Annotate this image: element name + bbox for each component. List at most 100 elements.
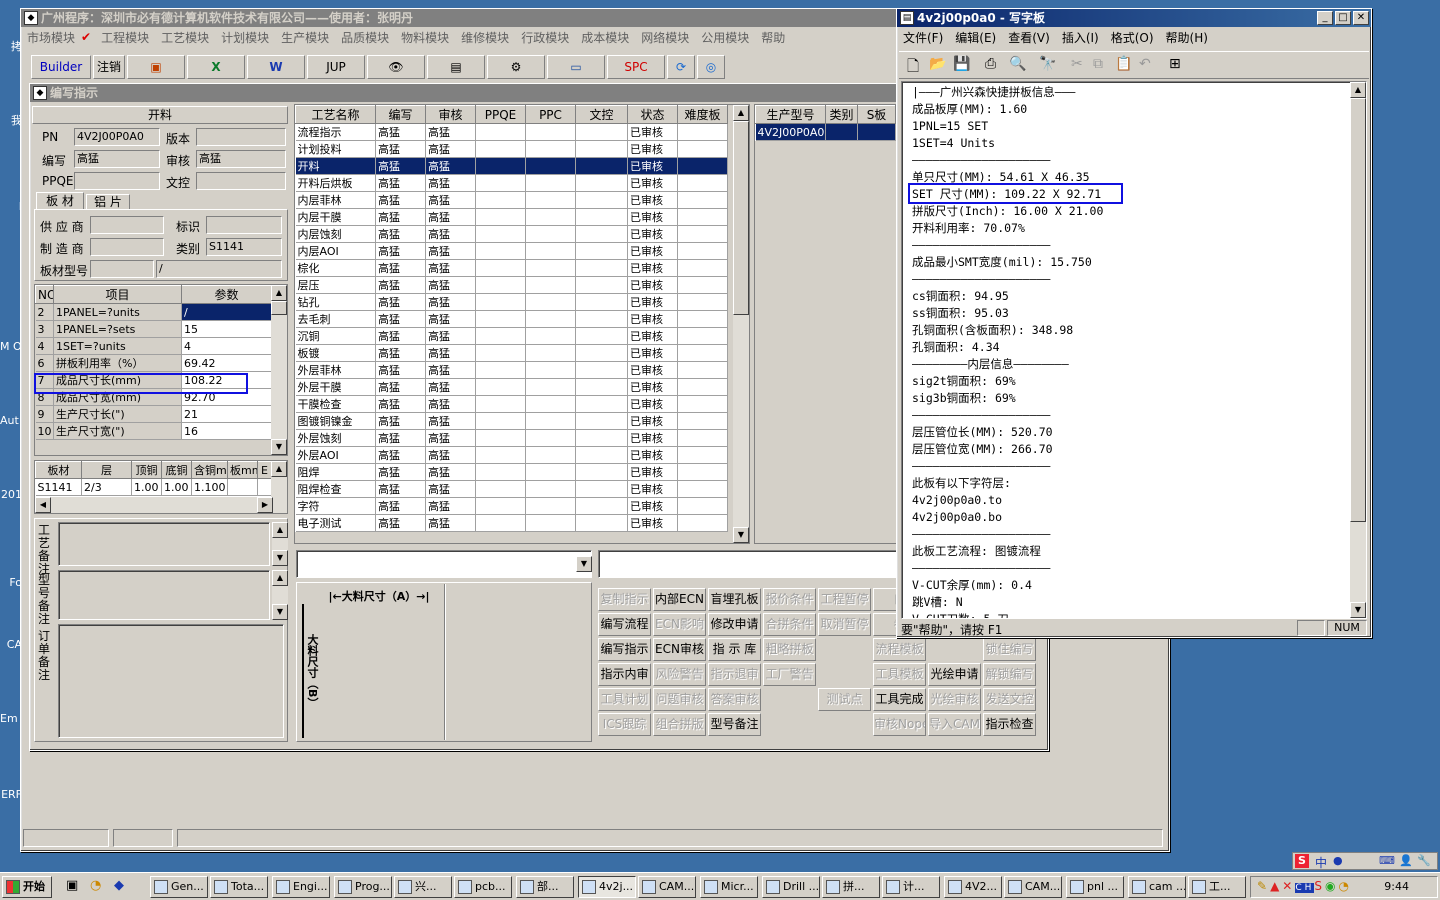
table-cell[interactable]	[525, 293, 576, 311]
table-row[interactable]: 去毛刺 高猛 高猛 已审核	[295, 310, 728, 328]
table-cell[interactable]: 已审核	[627, 514, 678, 532]
desktop-icon-label[interactable]: Fo	[0, 576, 22, 589]
table-cell[interactable]	[575, 497, 628, 515]
action-button[interactable]: ECN影响	[653, 613, 706, 636]
board-model-field-2[interactable]: /	[156, 260, 282, 278]
table-cell[interactable]	[525, 395, 576, 413]
table-cell[interactable]	[575, 242, 628, 260]
tray-sogou-icon[interactable]: S	[1314, 879, 1325, 893]
table-cell[interactable]: 高猛	[425, 293, 476, 311]
main-menu-item[interactable]: 行政模块	[515, 29, 575, 46]
table-cell[interactable]	[677, 497, 728, 515]
table-cell[interactable]	[575, 310, 628, 328]
table-cell[interactable]	[575, 327, 628, 345]
table-cell[interactable]	[475, 497, 526, 515]
table-row[interactable]: S1141 2/3 1.00 1.00 1.100	[35, 478, 272, 496]
table-cell[interactable]	[475, 191, 526, 209]
column-header[interactable]: PPQE	[475, 105, 526, 124]
scroll-down-icon[interactable]: ▼	[271, 439, 287, 455]
desktop-icon-label[interactable]: Em 201	[0, 712, 22, 725]
table-cell[interactable]: 已审核	[627, 208, 678, 226]
action-button[interactable]: 答案审核	[708, 688, 761, 711]
main-menu-item[interactable]: 生产模块	[275, 29, 335, 46]
open-icon[interactable]: 📂	[929, 56, 946, 72]
table-cell[interactable]	[575, 123, 628, 141]
table-cell[interactable]	[525, 157, 576, 175]
table-cell[interactable]: 高猛	[375, 429, 426, 447]
maker-field[interactable]	[90, 238, 164, 256]
close-icon[interactable]: ✕	[1353, 11, 1369, 25]
table-row[interactable]: 外层菲林 高猛 高猛 已审核	[295, 361, 728, 379]
table-cell[interactable]: 1PANEL=?sets	[53, 320, 182, 338]
table-cell[interactable]: 高猛	[375, 378, 426, 396]
table-row[interactable]: 内层蚀刻 高猛 高猛 已审核	[295, 225, 728, 243]
table-cell[interactable]: 内层AOI	[295, 242, 376, 260]
model-remark-input[interactable]	[58, 570, 270, 620]
table-cell[interactable]: 计划投料	[295, 140, 376, 158]
table-cell[interactable]	[575, 395, 628, 413]
table-row[interactable]: 内层菲林 高猛 高猛 已审核	[295, 191, 728, 209]
table-cell[interactable]	[677, 276, 728, 294]
scroll-thumb[interactable]	[271, 301, 287, 315]
globe-icon[interactable]: ◎	[697, 55, 725, 79]
document-scrollbar[interactable]: ▲ ▼	[1350, 82, 1366, 618]
user-icon[interactable]: 👤	[1399, 854, 1413, 867]
table-cell[interactable]: 15	[181, 320, 272, 338]
action-button[interactable]: 组合拼版	[653, 713, 706, 736]
table-cell[interactable]: 高猛	[375, 395, 426, 413]
action-button[interactable]: 指示退审	[708, 663, 761, 686]
table-row[interactable]: 阻焊 高猛 高猛 已审核	[295, 463, 728, 481]
table-cell[interactable]: 高猛	[375, 446, 426, 464]
punctuation-icon[interactable]: ●	[1333, 854, 1343, 867]
table-cell[interactable]	[475, 242, 526, 260]
table-cell[interactable]	[475, 446, 526, 464]
copy-icon[interactable]: ⧉	[1093, 56, 1103, 72]
table-cell[interactable]: 高猛	[425, 140, 476, 158]
scroll-up-icon[interactable]: ▲	[272, 570, 288, 586]
table-row[interactable]: 4 1SET=?units 4	[35, 337, 272, 355]
scroll-up-icon[interactable]: ▲	[271, 461, 287, 477]
table-cell[interactable]	[475, 463, 526, 481]
column-header[interactable]: 底铜	[161, 461, 192, 479]
table-cell[interactable]: 21	[181, 405, 272, 423]
table-cell[interactable]	[677, 140, 728, 158]
table-cell[interactable]: 已审核	[627, 327, 678, 345]
table-cell[interactable]: 已审核	[627, 225, 678, 243]
scroll-up-icon[interactable]: ▲	[272, 522, 288, 538]
show-desktop-icon[interactable]: ▣	[66, 878, 78, 893]
table-cell[interactable]	[575, 361, 628, 379]
table-cell[interactable]	[575, 174, 628, 192]
main-menu-item[interactable]: 工艺模块	[155, 29, 215, 46]
table-cell[interactable]	[677, 480, 728, 498]
paste-icon[interactable]: 📋	[1115, 56, 1132, 72]
table-cell[interactable]: 高猛	[425, 378, 476, 396]
jup-button[interactable]: JUP	[307, 55, 365, 79]
scroll-down-icon[interactable]: ▼	[1350, 602, 1366, 618]
table-cell[interactable]	[825, 123, 858, 141]
table-cell[interactable]	[525, 140, 576, 158]
table-cell[interactable]: 高猛	[425, 344, 476, 362]
table-cell[interactable]	[575, 344, 628, 362]
app-shortcut-icon[interactable]: ◆	[114, 878, 124, 893]
table-row[interactable]: 图镀铜镍金 高猛 高猛 已审核	[295, 412, 728, 430]
tray-shield-icon[interactable]: ◉	[1325, 879, 1338, 893]
builder-button[interactable]: Builder	[31, 55, 91, 79]
table-cell[interactable]	[575, 191, 628, 209]
table-cell[interactable]	[475, 412, 526, 430]
column-header[interactable]: 板材	[35, 461, 82, 479]
main-menu-item[interactable]: 品质模块	[335, 29, 395, 46]
table-cell[interactable]	[677, 378, 728, 396]
table-cell[interactable]: 高猛	[425, 174, 476, 192]
taskbar-button[interactable]: 计...	[882, 876, 940, 898]
table-cell[interactable]: 外层蚀刻	[295, 429, 376, 447]
table-cell[interactable]	[677, 174, 728, 192]
table-cell[interactable]: 已审核	[627, 412, 678, 430]
insert-object-icon[interactable]: ⊞	[1169, 56, 1181, 72]
chart-icon[interactable]: ▣	[127, 55, 185, 79]
taskbar-button[interactable]: 拼...	[822, 876, 880, 898]
table-cell[interactable]	[857, 123, 896, 141]
action-button[interactable]: 复制指示	[598, 588, 651, 611]
table-cell[interactable]	[575, 514, 628, 532]
table-cell[interactable]: 高猛	[375, 497, 426, 515]
table-cell[interactable]	[475, 140, 526, 158]
